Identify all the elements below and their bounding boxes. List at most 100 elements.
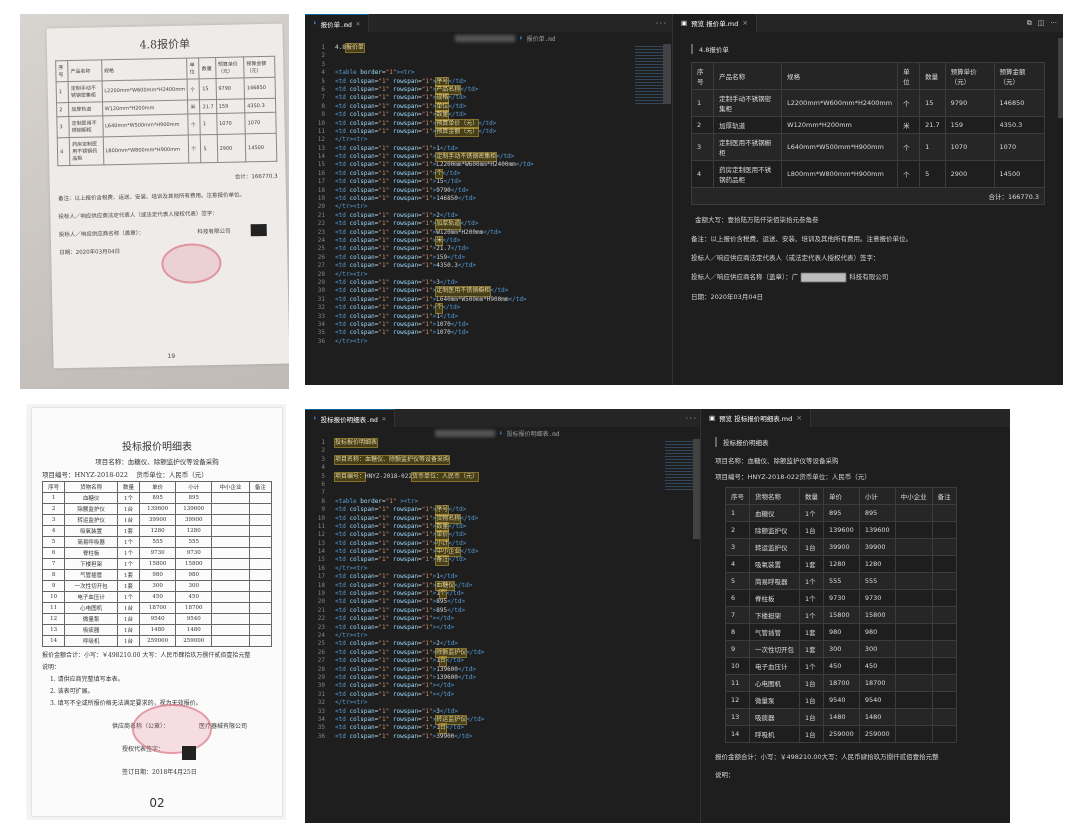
code-line[interactable]: 29 <td colspan = "1" rowspan = "1" >3 </td> [305,279,534,287]
code-line[interactable]: 23 <td colspan = "1" rowspan = "1" ></td> [305,624,484,632]
code-line[interactable]: 21 <td colspan = "1" rowspan = "1" >895 </td> [305,607,484,615]
code-line[interactable]: 5 <td colspan = "1" rowspan = "1" > 序号 </td> [305,76,534,88]
code-token: </td> [448,522,467,530]
code-line[interactable]: 26 <td colspan = "1" rowspan = "1" >159 </td> [305,254,534,262]
minimap[interactable] [665,441,693,491]
code-line[interactable]: 17 <td colspan = "1" rowspan = "1" >1 </td> [305,573,484,581]
code-line[interactable]: 30 <td colspan = "1" rowspan = "1" > 定制医用不锈钢橱柜 <… [305,286,534,297]
code-line[interactable]: 8 <td colspan = "1" rowspan = "1" > 单位 </td> [305,101,534,113]
code-line[interactable]: 10 <td colspan = "1" rowspan = "1" > 货物名称 </td> [305,513,484,524]
more-actions-icon[interactable]: ··· [655,19,667,27]
code-line[interactable]: 35 <td colspan = "1" rowspan = "1" >1070 </td> [305,329,534,337]
breadcrumb-file[interactable]: 报价单.md [527,34,556,43]
table-cell: 8 [41,569,66,581]
code-line[interactable]: 13 <td colspan = "1" rowspan = "1" >1 </td> [305,145,534,153]
code-line[interactable]: 7 <td colspan = "1" rowspan = "1" > 规格 </td> [305,93,534,104]
code-line[interactable]: 33 <td colspan = "1" rowspan = "1" >1 </td> [305,313,534,321]
code-line[interactable]: 2 [305,52,534,60]
more-actions-icon[interactable]: ··· [1050,19,1057,28]
code-line[interactable]: 25 <td colspan = "1" rowspan = "1" >21.7 </td> [305,245,534,253]
table-cell: 7 [725,606,750,624]
code-line[interactable]: 28 </tr><tr> [305,271,534,279]
code-line[interactable]: 22 <td colspan = "1" rowspan = "1" > 加厚轨道 </td> [305,219,534,230]
code-line[interactable]: 24 </tr><tr> [305,632,484,640]
code-area[interactable]: 1 4.8 报价单 2 3 4 <table border = "1" ><tr> 5 <td col… [305,42,534,346]
code-token: "1" [378,178,390,186]
code-line[interactable]: 33 <td colspan = "1" rowspan = "1" >3 </td> [305,708,484,716]
code-line[interactable]: 11 <td colspan = "1" rowspan = "1" > 预算金额（元） </t… [305,126,534,138]
code-line[interactable]: 3 [305,61,534,69]
code-line[interactable]: 18 <td colspan = "1" rowspan = "1" >9790 </td> [305,187,534,195]
code-line[interactable]: 16 <td colspan = "1" rowspan = "1" > 个 </td> [305,168,534,180]
code-line[interactable]: 1 4.8 报价单 [305,42,534,54]
code-line[interactable]: 17 <td colspan = "1" rowspan = "1" >15 </td> [305,178,534,186]
code-line[interactable]: 2 [305,447,484,455]
code-line[interactable]: 28 <td colspan = "1" rowspan = "1" >139600 </td… [305,666,484,674]
code-line[interactable]: 24 <td colspan = "1" rowspan = "1" > 米 </td> [305,235,534,247]
code-line[interactable]: 19 <td colspan = "1" rowspan = "1" >146850 </td… [305,195,534,203]
more-actions-icon[interactable]: ··· [685,414,697,422]
table-cell [211,569,250,581]
code-line[interactable]: 32 <td colspan = "1" rowspan = "1" > 个 </td> [305,303,534,314]
editor-tab[interactable]: ⬇ 报价单.md × [305,14,370,32]
code-line[interactable]: 32 </tr><tr> [305,699,484,707]
code-line[interactable]: 9 <td colspan = "1" rowspan = "1" > 数量 </td> [305,110,534,121]
code-line[interactable]: 7 [305,489,484,497]
code-line[interactable]: 35 <td colspan = "1" rowspan = "1" >1 台 </td> [305,723,484,734]
code-line[interactable]: 31 <td colspan = "1" rowspan = "1" ></td> [305,691,484,699]
code-token: colspan [349,320,375,328]
code-line[interactable]: 15 <td colspan = "1" rowspan = "1" > 备注 </td> [305,555,484,566]
code-line[interactable]: 14 <td colspan = "1" rowspan = "1" > 中小企业 </td> [305,547,484,558]
close-icon[interactable]: × [356,20,360,28]
code-area[interactable]: 1 投标报价明细表 2 3 项目名称：血糖仪、除颤监护仪等设备采购 4 5 项目编号： HNYZ… [305,437,484,741]
code-line[interactable]: 22 <td colspan = "1" rowspan = "1" ></td> [305,615,484,623]
code-line[interactable]: 36 </tr><tr> [305,338,534,346]
scrollbar[interactable] [663,44,671,104]
code-line[interactable]: 10 <td colspan = "1" rowspan = "1" > 预算单价（元） </t… [305,118,534,129]
code-line[interactable]: 13 <td colspan = "1" rowspan = "1" > 小计 </td> [305,538,484,550]
code-line[interactable]: 12 <td colspan = "1" rowspan = "1" > 单价 </td> [305,530,484,541]
code-line[interactable]: 25 <td colspan = "1" rowspan = "1" >2 </td> [305,640,484,648]
code-line[interactable]: 20 <td colspan = "1" rowspan = "1" >895 </td> [305,598,484,606]
editor-tab[interactable]: ⬇ 投标报价明细表.md × [305,409,396,427]
code-line[interactable]: 1 投标报价明细表 [305,437,484,449]
close-icon[interactable]: × [742,19,748,27]
open-source-icon[interactable]: ⧉ [1027,19,1032,28]
line-number: 12 [317,136,325,144]
code-line[interactable]: 5 项目编号： HNYZ-2018-022 货币单位：人民币（元） [305,471,484,483]
code-line[interactable]: 16 </tr><tr> [305,565,484,573]
code-line[interactable]: 9 <td colspan = "1" rowspan = "1" > 序号 </td> [305,505,484,516]
preview-tab[interactable]: ▣ 预览 投标报价明细表.md × [701,409,812,427]
split-editor-icon[interactable]: ◫ [1038,19,1045,28]
code-line[interactable]: 15 <td colspan = "1" rowspan = "1" > L2200mm*W6… [305,161,534,169]
code-line[interactable]: 27 <td colspan = "1" rowspan = "1" >4350.3 </td… [305,262,534,270]
code-line[interactable]: 34 <td colspan = "1" rowspan = "1" >1070 </td> [305,321,534,329]
code-line[interactable]: 23 <td colspan = "1" rowspan = "1" > W120mm*H20… [305,229,534,237]
code-line[interactable]: 26 <td colspan = "1" rowspan = "1" > 除颤监护仪 </td> [305,647,484,659]
scrollbar[interactable] [1058,38,1063,118]
minimap[interactable] [635,46,663,106]
preview-tab[interactable]: ▣ 预览 报价单.md × [673,14,758,32]
code-line[interactable]: 34 <td colspan = "1" rowspan = "1" > 转运监护仪 </td> [305,714,484,726]
code-line[interactable]: 21 <td colspan = "1" rowspan = "1" >2 </td> [305,212,534,220]
code-line[interactable]: 11 <td colspan = "1" rowspan = "1" > 数量 </td> [305,521,484,533]
code-line[interactable]: 6 <td colspan = "1" rowspan = "1" > 产品名称 </td> [305,84,534,96]
code-line[interactable]: 27 <td colspan = "1" rowspan = "1" >1 台 </td> [305,656,484,667]
code-line[interactable]: 20 </tr><tr> [305,203,534,211]
code-line[interactable]: 4 [305,464,484,472]
code-line[interactable]: 3 项目名称：血糖仪、除颤监护仪等设备采购 [305,454,484,466]
code-line[interactable]: 4 <table border = "1" ><tr> [305,69,534,77]
breadcrumb-file[interactable]: 投标报价明细表.md [507,429,560,438]
code-line[interactable]: 6 [305,481,484,489]
code-line[interactable]: 30 <td colspan = "1" rowspan = "1" ></td> [305,682,484,690]
close-icon[interactable]: × [382,415,386,423]
code-line[interactable]: 19 <td colspan = "1" rowspan = "1" >1 个 </td> [305,588,484,600]
code-line[interactable]: 8 <table border = "1" ><tr> [305,498,484,506]
code-line[interactable]: 29 <td colspan = "1" rowspan = "1" >139600 </td… [305,674,484,682]
code-line[interactable]: 12 </tr><tr> [305,136,534,144]
code-line[interactable]: 14 <td colspan = "1" rowspan = "1" > 定制手动不锈钢密集柜… [305,152,534,163]
code-line[interactable]: 31 <td colspan = "1" rowspan = "1" > L640mm*W50… [305,296,534,304]
code-line[interactable]: 36 <td colspan = "1" rowspan = "1" >39900 </td> [305,733,484,741]
code-line[interactable]: 18 <td colspan = "1" rowspan = "1" > 血糖仪 </td> [305,580,484,592]
close-icon[interactable]: × [796,414,802,422]
